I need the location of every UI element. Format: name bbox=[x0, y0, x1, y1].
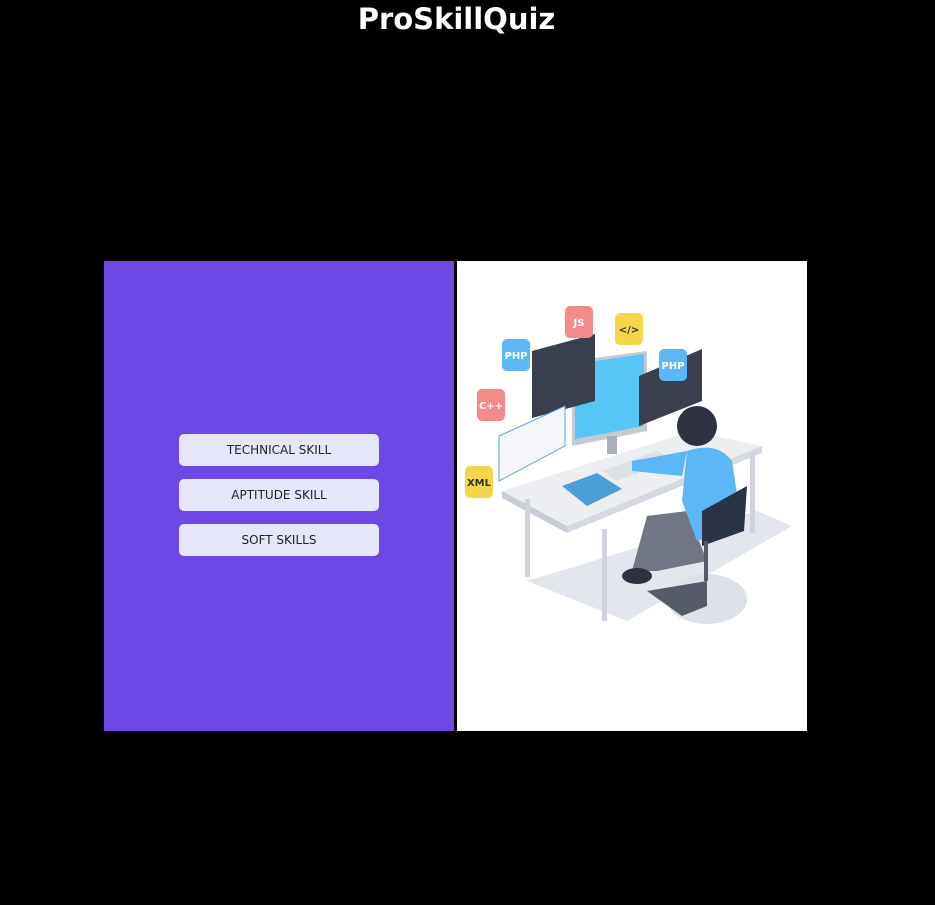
php-tag-label: PHP bbox=[504, 351, 527, 362]
js-tag-label: JS bbox=[573, 318, 585, 329]
page-title: ProSkillQuiz bbox=[357, 2, 556, 36]
cpp-tag-label: C++ bbox=[479, 401, 503, 412]
illustration-panel: PHP JS </> C++ XML PHP bbox=[457, 261, 807, 731]
technical-skill-button[interactable]: TECHNICAL SKILL bbox=[179, 434, 379, 466]
soft-skills-button[interactable]: SOFT SKILLS bbox=[179, 524, 379, 556]
aptitude-skill-button[interactable]: APTITUDE SKILL bbox=[179, 479, 379, 511]
developer-illustration: PHP JS </> C++ XML PHP bbox=[465, 306, 792, 624]
code-tag-label: </> bbox=[619, 325, 639, 336]
skill-menu-panel: TECHNICAL SKILL APTITUDE SKILL SOFT SKIL… bbox=[104, 261, 454, 731]
xml-tag-label: XML bbox=[467, 478, 492, 489]
php-tag-label-2: PHP bbox=[661, 361, 684, 372]
